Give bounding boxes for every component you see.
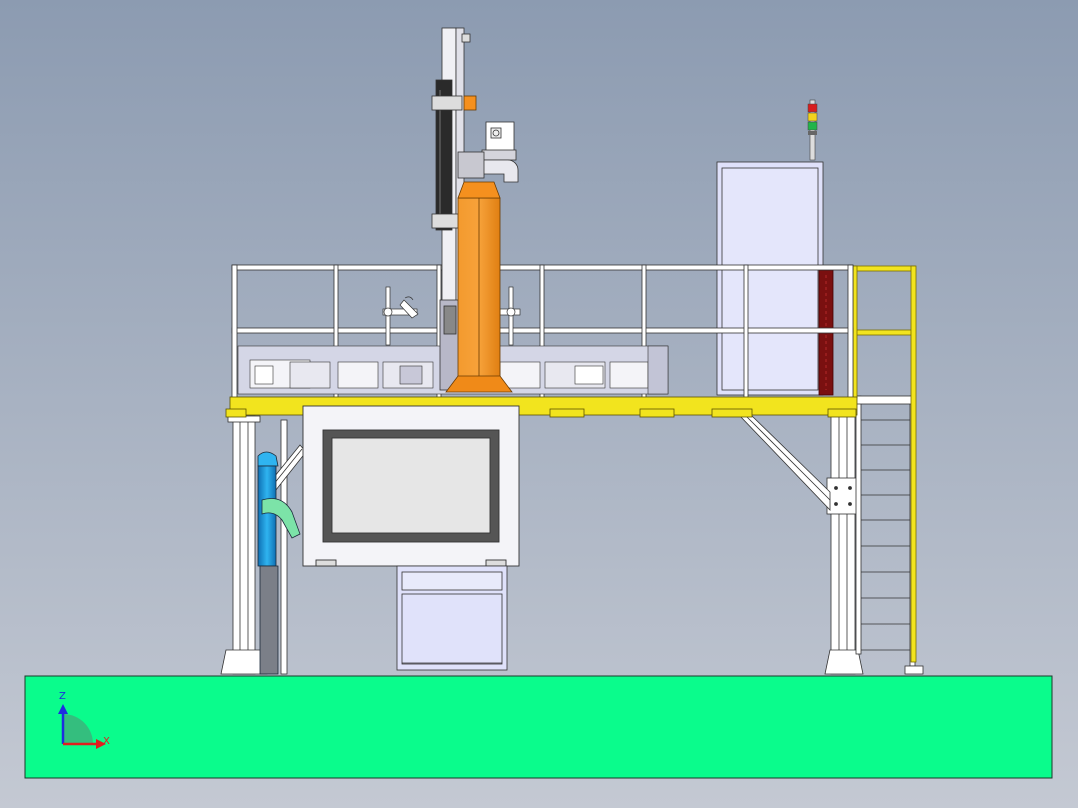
cad-scene: Z X xyxy=(0,0,1078,808)
axis-clamp xyxy=(463,95,477,111)
hmi-panel xyxy=(302,405,520,567)
hmi-screen xyxy=(331,437,491,534)
hmi-stand-cabinet xyxy=(396,565,508,671)
axis-z-label: Z xyxy=(59,691,66,702)
axis-x-label: X xyxy=(103,736,110,747)
electrical-cabinet xyxy=(716,161,834,396)
cad-viewport[interactable]: Z X xyxy=(0,0,1078,808)
ground-plane xyxy=(24,675,1053,779)
